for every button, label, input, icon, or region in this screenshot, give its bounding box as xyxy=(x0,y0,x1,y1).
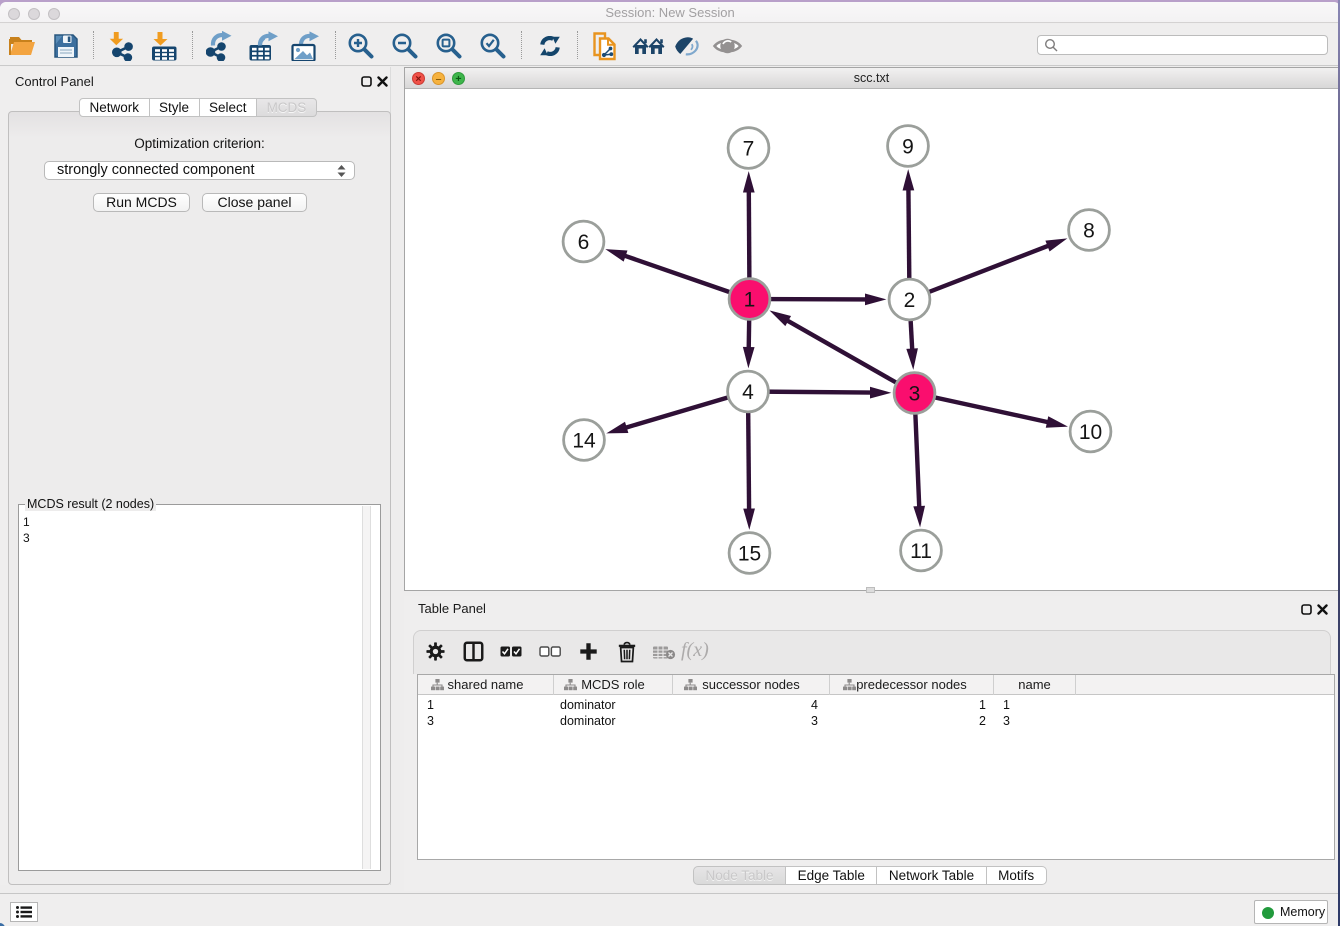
svg-text:8: 8 xyxy=(1083,220,1095,243)
svg-text:11: 11 xyxy=(910,540,932,563)
svg-text:3: 3 xyxy=(909,383,921,406)
svg-text:15: 15 xyxy=(738,543,761,566)
svg-text:10: 10 xyxy=(1079,421,1102,444)
svg-text:14: 14 xyxy=(572,430,596,453)
svg-text:7: 7 xyxy=(743,138,755,161)
svg-text:4: 4 xyxy=(742,381,754,404)
svg-text:2: 2 xyxy=(904,289,916,312)
svg-text:1: 1 xyxy=(744,289,756,312)
svg-text:6: 6 xyxy=(578,231,590,254)
svg-text:9: 9 xyxy=(902,136,914,159)
